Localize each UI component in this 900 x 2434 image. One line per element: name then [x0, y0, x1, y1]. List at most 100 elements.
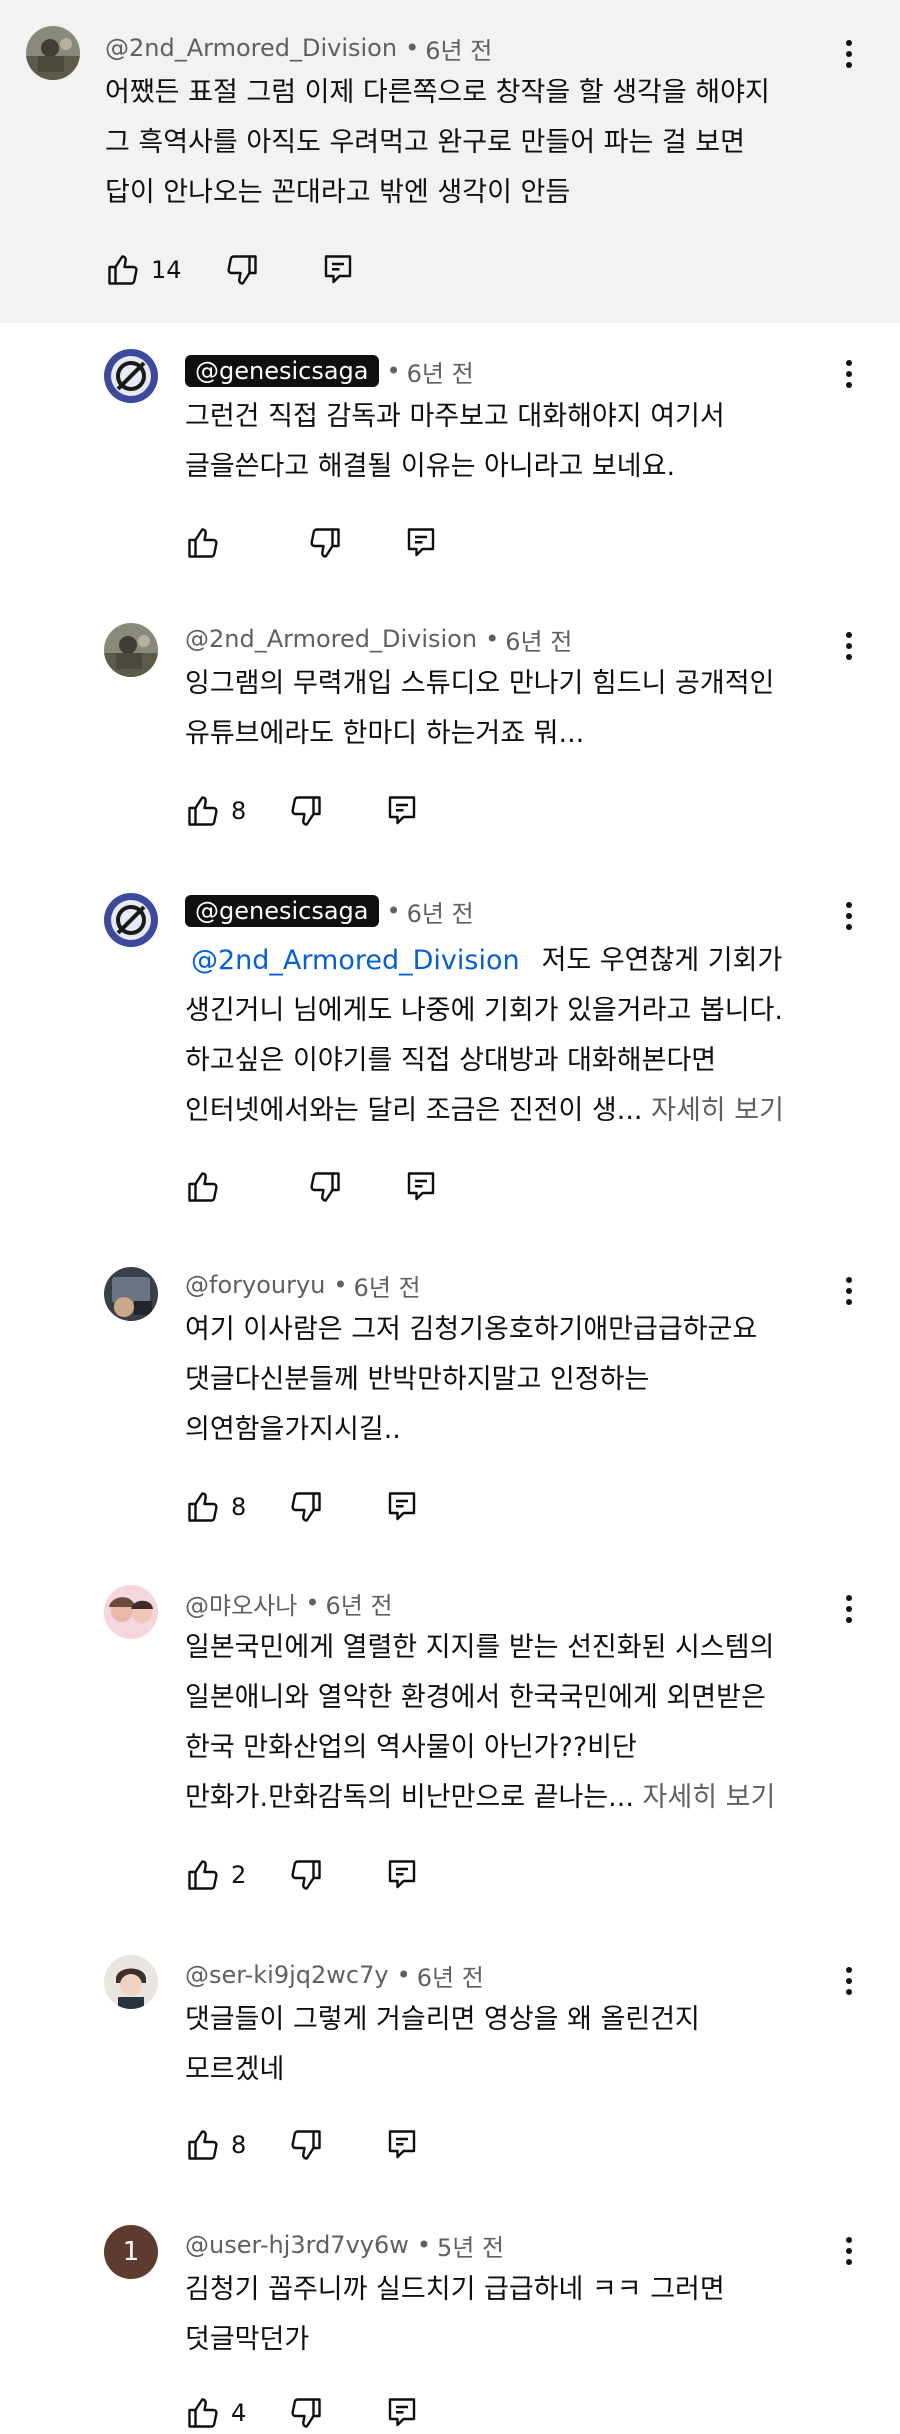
avatar[interactable] — [104, 349, 158, 403]
comment-line: 한국 만화산업의 역사물이 아닌가??비단 — [185, 1732, 637, 1763]
dislike-button[interactable] — [288, 793, 324, 829]
reply-icon — [320, 252, 356, 288]
read-more-link[interactable]: 자세히 보기 — [643, 1782, 776, 1813]
reply-comment: @genesicsaga • 6년 전 @2nd_Armored_Divisio… — [0, 865, 900, 1255]
like-button[interactable]: 4 — [185, 2395, 246, 2431]
like-button[interactable]: 8 — [185, 793, 246, 829]
like-button[interactable] — [185, 1169, 231, 1205]
thumb-up-icon — [185, 1489, 221, 1525]
like-button[interactable]: 14 — [105, 252, 182, 288]
comment-line: 그런건 직접 감독과 마주보고 대화해야지 여기서 — [185, 401, 725, 432]
comment-text: @2nd_Armored_Division 저도 우연찮게 기회가 생긴거니 님에… — [185, 936, 865, 1136]
comment-line: 일본국민에게 열렬한 지지를 받는 선진화된 시스템의 — [185, 1632, 775, 1663]
comment-thread: @2nd_Armored_Division • 6년 전 어쨌든 표절 그럼 이… — [0, 0, 900, 2434]
comment-author[interactable]: @user-hj3rd7vy6w — [185, 2231, 409, 2259]
reply-button[interactable] — [320, 252, 356, 288]
reply-button[interactable] — [384, 1489, 420, 1525]
avatar[interactable] — [104, 623, 158, 677]
thumb-up-icon — [185, 1857, 221, 1893]
avatar[interactable] — [104, 1585, 158, 1639]
comment-author[interactable]: @먀오사나 — [185, 1586, 297, 1621]
like-count: 8 — [231, 2131, 247, 2159]
comment-line: 만화가.만화감독의 비난만으로 끝나는... 자세히 보기 — [185, 1773, 865, 1823]
reply-button[interactable] — [403, 1169, 439, 1205]
comment-time[interactable]: 6년 전 — [407, 354, 474, 389]
dislike-button[interactable] — [224, 252, 260, 288]
avatar[interactable] — [104, 1955, 158, 2009]
comment-text: 댓글들이 그렇게 거슬리면 영상을 왜 올린건지 모르겠네 — [185, 1995, 845, 2095]
thumb-down-icon — [307, 525, 343, 561]
more-vert-icon[interactable] — [834, 896, 864, 936]
comment-text: 잉그램의 무력개입 스튜디오 만나기 힘드니 공개적인 유튜브에라도 한마디 하… — [185, 659, 845, 759]
like-button[interactable]: 2 — [185, 1857, 246, 1893]
avatar[interactable] — [104, 893, 158, 947]
read-more-link[interactable]: 자세히 보기 — [651, 1095, 784, 1126]
reply-button[interactable] — [403, 525, 439, 561]
comment-line: 덧글막던가 — [185, 2324, 310, 2355]
more-vert-icon[interactable] — [834, 34, 864, 74]
comment-line-truncated: 인터넷에서와는 달리 조금은 진전이 생... — [185, 1095, 643, 1126]
comment-line-rest: 저도 우연찮게 기회가 — [541, 945, 783, 976]
more-vert-icon[interactable] — [834, 354, 864, 394]
reply-button[interactable] — [384, 1857, 420, 1893]
avatar[interactable] — [104, 1267, 158, 1321]
comment-line: 그 흑역사를 아직도 우려먹고 완구로 만들어 파는 걸 보면 — [105, 127, 745, 158]
reply-comment: @foryouryu • 6년 전 여기 이사람은 그저 김청기옹호하기애만급급… — [0, 1255, 900, 1571]
comment-author[interactable]: @ser-ki9jq2wc7y — [185, 1961, 389, 1989]
comment-meta: @foryouryu • 6년 전 — [185, 1265, 421, 1305]
comment-author[interactable]: @foryouryu — [185, 1271, 325, 1299]
separator-dot: • — [333, 1271, 348, 1299]
dislike-button[interactable] — [288, 1857, 324, 1893]
like-button[interactable] — [185, 525, 231, 561]
comment-meta: @ser-ki9jq2wc7y • 6년 전 — [185, 1955, 484, 1995]
separator-dot: • — [396, 1961, 411, 1989]
reply-button[interactable] — [384, 793, 420, 829]
reply-icon — [384, 2127, 420, 2163]
comment-time[interactable]: 6년 전 — [354, 1268, 421, 1303]
comment-author[interactable]: @genesicsaga — [185, 355, 379, 387]
like-count: 14 — [151, 256, 182, 284]
like-count: 8 — [231, 797, 247, 825]
comment-author[interactable]: @2nd_Armored_Division — [105, 34, 397, 62]
thumb-down-icon — [288, 2395, 324, 2431]
comment-line: 인터넷에서와는 달리 조금은 진전이 생... 자세히 보기 — [185, 1086, 865, 1136]
like-button[interactable]: 8 — [185, 2127, 246, 2163]
comment-meta: @user-hj3rd7vy6w • 5년 전 — [185, 2225, 504, 2265]
avatar[interactable]: 1 — [104, 2225, 158, 2279]
reply-comment: 1 @user-hj3rd7vy6w • 5년 전 김청기 꼽주니까 실드치기 … — [0, 2203, 900, 2434]
thumb-down-icon — [288, 1489, 324, 1525]
mention-link[interactable]: @2nd_Armored_Division — [191, 945, 520, 976]
comment-time[interactable]: 6년 전 — [407, 894, 474, 929]
dislike-button[interactable] — [288, 2395, 324, 2431]
reply-icon — [403, 1169, 439, 1205]
comment-time[interactable]: 6년 전 — [425, 31, 492, 66]
comment-line: 여기 이사람은 그저 김청기옹호하기애만급급하군요 — [185, 1314, 758, 1345]
reply-icon — [384, 793, 420, 829]
dislike-button[interactable] — [307, 1169, 343, 1205]
reply-comment: @먀오사나 • 6년 전 일본국민에게 열렬한 지지를 받는 선진화된 시스템의… — [0, 1571, 900, 1941]
separator-dot: • — [386, 357, 401, 385]
like-button[interactable]: 8 — [185, 1489, 246, 1525]
separator-dot: • — [485, 625, 500, 653]
dislike-button[interactable] — [288, 2127, 324, 2163]
comment-author[interactable]: @2nd_Armored_Division — [185, 625, 477, 653]
reply-comment: @genesicsaga • 6년 전 그런건 직접 감독과 마주보고 대화해야… — [0, 323, 900, 595]
separator-dot: • — [416, 2231, 432, 2259]
comment-time[interactable]: 6년 전 — [417, 1958, 484, 1993]
comment-actions — [185, 1167, 439, 1207]
comment-text: 어쨌든 표절 그럼 이제 다른쪽으로 창작을 할 생각을 해야지 그 흑역사를 … — [105, 68, 770, 218]
comment-meta: @genesicsaga • 6년 전 — [185, 351, 474, 391]
comment-time[interactable]: 6년 전 — [325, 1586, 392, 1621]
dislike-button[interactable] — [307, 525, 343, 561]
comment-time[interactable]: 6년 전 — [505, 622, 572, 657]
comment-author[interactable]: @genesicsaga — [185, 895, 379, 927]
comment-meta: @먀오사나 • 6년 전 — [185, 1583, 393, 1623]
comment-line: 모르겠네 — [185, 2054, 285, 2085]
dislike-button[interactable] — [288, 1489, 324, 1525]
avatar[interactable] — [26, 26, 80, 80]
comment-time[interactable]: 5년 전 — [437, 2228, 504, 2263]
reply-button[interactable] — [384, 2395, 420, 2431]
comment-line: 댓글다신분들께 반박만하지말고 인정하는 — [185, 1364, 650, 1395]
top-comment: @2nd_Armored_Division • 6년 전 어쨌든 표절 그럼 이… — [0, 0, 900, 323]
reply-button[interactable] — [384, 2127, 420, 2163]
